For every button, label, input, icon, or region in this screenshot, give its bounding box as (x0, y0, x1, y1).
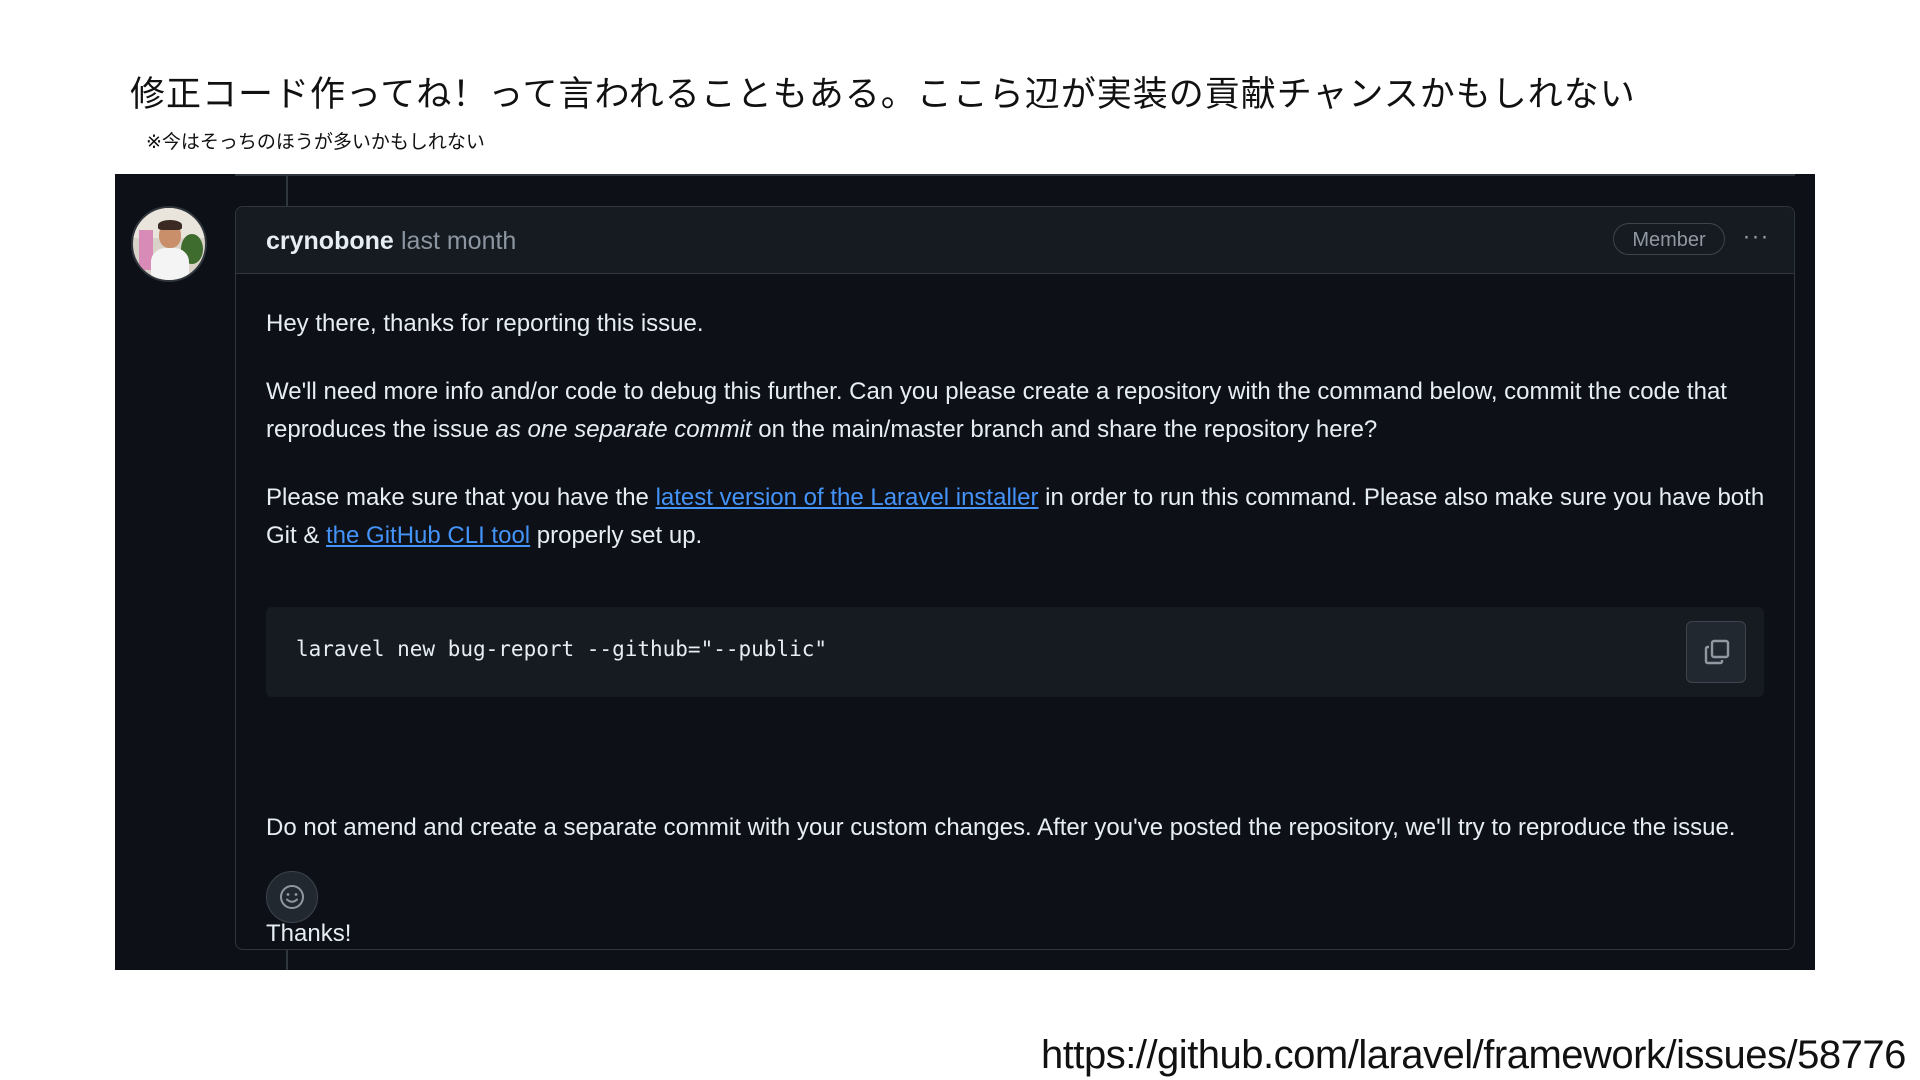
timeline-line-bottom (286, 950, 288, 970)
timeline-line-top (286, 174, 288, 206)
comment-paragraph-requirements: Please make sure that you have the lates… (266, 479, 1766, 555)
smiley-icon (280, 885, 304, 909)
copy-icon (1704, 639, 1730, 665)
paragraph-text: properly set up. (530, 522, 703, 549)
code-block: laravel new bug-report --github="--publi… (266, 607, 1764, 697)
comment-timestamp[interactable]: last month (401, 227, 516, 256)
comment-paragraph-greeting: Hey there, thanks for reporting this iss… (266, 310, 704, 337)
add-reaction-button[interactable] (266, 871, 318, 923)
source-url: https://github.com/laravel/framework/iss… (1041, 1033, 1906, 1077)
member-badge: Member (1613, 223, 1725, 255)
code-command[interactable]: laravel new bug-report --github="--publi… (296, 637, 827, 661)
comment-box: crynobone last month Member ··· Hey ther… (235, 206, 1795, 950)
emphasis-text: as one separate commit (495, 416, 752, 443)
slide-headline: 修正コード作ってね！って言われることもある。ここら辺が実装の貢献チャンスかもしれ… (130, 75, 1636, 115)
avatar-hair-shape (158, 220, 182, 230)
slide: 修正コード作ってね！って言われることもある。ここら辺が実装の貢献チャンスかもしれ… (0, 0, 1920, 1080)
github-comment-screenshot: crynobone last month Member ··· Hey ther… (115, 174, 1815, 970)
author-avatar[interactable] (131, 206, 207, 282)
paragraph-text: on the main/master branch and share the … (751, 416, 1378, 443)
comment-header: crynobone last month Member ··· (236, 207, 1794, 274)
kebab-icon[interactable]: ··· (1736, 223, 1776, 255)
paragraph-text: Please make sure that you have the (266, 484, 656, 511)
previous-comment-border (235, 174, 1795, 176)
comment-paragraph-thanks: Thanks! (266, 920, 352, 947)
comment-author[interactable]: crynobone (266, 227, 394, 256)
avatar-shirt-shape (151, 248, 189, 280)
laravel-installer-link[interactable]: latest version of the Laravel installer (656, 484, 1039, 511)
copy-button[interactable] (1686, 621, 1746, 683)
comment-paragraph-instructions: Do not amend and create a separate commi… (266, 814, 1736, 841)
github-cli-link[interactable]: the GitHub CLI tool (326, 522, 530, 549)
comment-paragraph-request: We'll need more info and/or code to debu… (266, 373, 1766, 449)
slide-subnote: ※今はそっちのほうが多いかもしれない (146, 131, 485, 153)
